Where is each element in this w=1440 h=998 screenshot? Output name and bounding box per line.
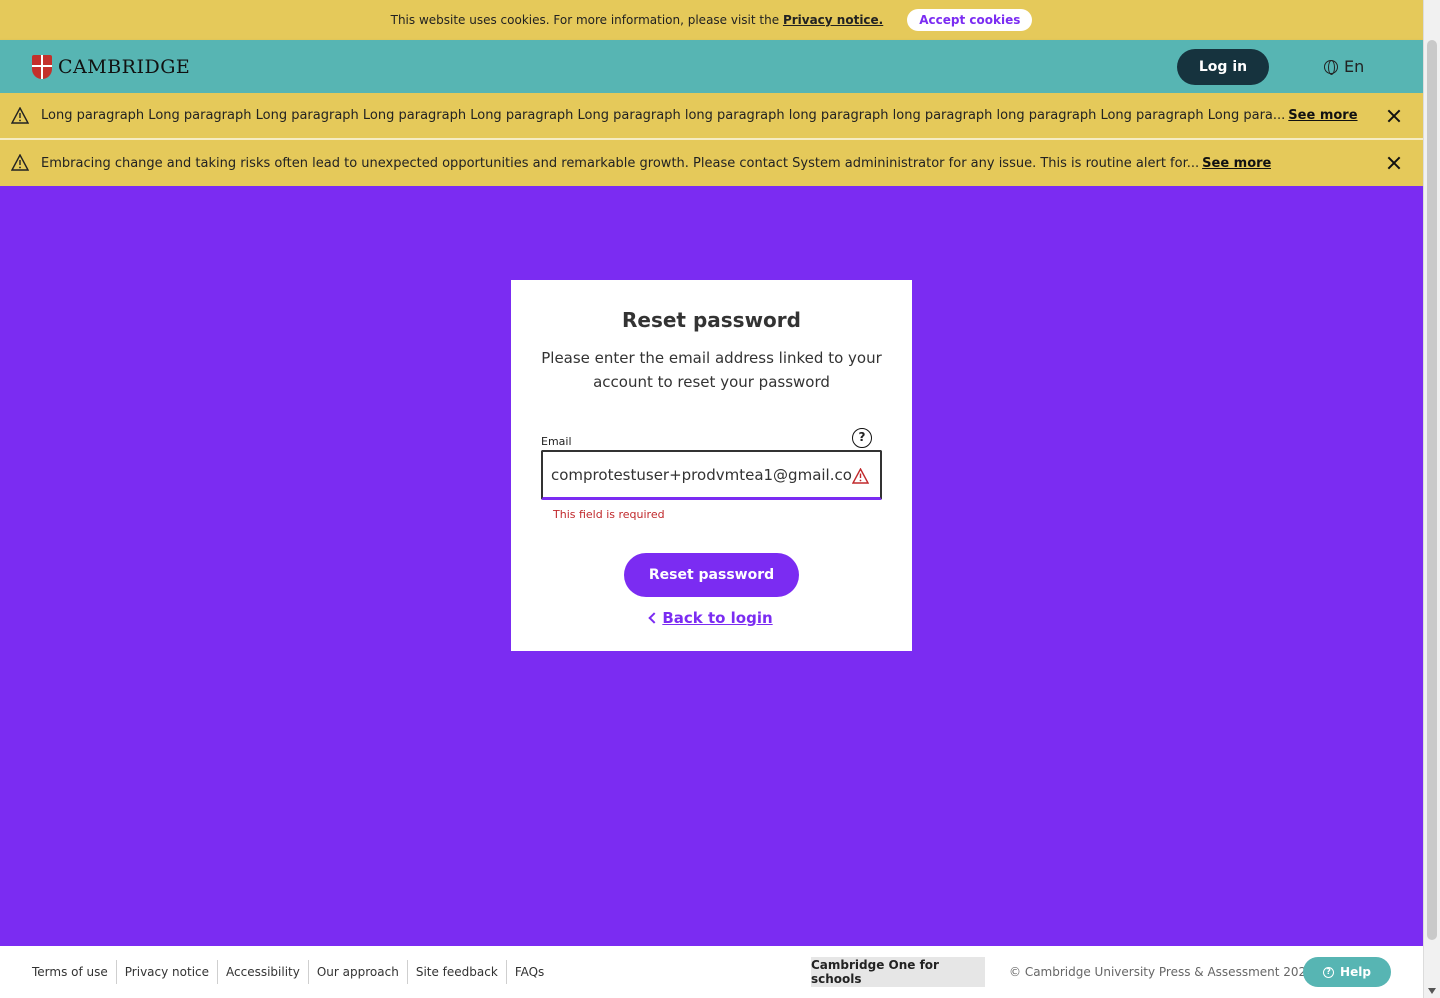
login-button[interactable]: Log in — [1177, 49, 1269, 85]
footer-link-terms[interactable]: Terms of use — [32, 960, 116, 984]
alert-banner: Embracing change and taking risks often … — [0, 138, 1423, 186]
cambridge-logo[interactable]: CAMBRIDGE — [32, 54, 191, 79]
scrollbar-thumb[interactable] — [1427, 40, 1437, 940]
footer-link-faqs[interactable]: FAQs — [505, 960, 553, 984]
brand-name: CAMBRIDGE — [58, 55, 191, 78]
language-selector[interactable]: En — [1324, 57, 1364, 76]
footer-nav: Terms of use Privacy notice Accessibilit… — [0, 960, 552, 984]
alert-text: Long paragraph Long paragraph Long parag… — [41, 108, 1358, 123]
copyright: © Cambridge University Press & Assessmen… — [1009, 965, 1314, 979]
see-more-link[interactable]: See more — [1202, 156, 1271, 171]
scroll-down-arrow-icon[interactable] — [1428, 988, 1436, 994]
email-label: Email — [541, 435, 572, 448]
language-label: En — [1344, 57, 1365, 76]
chevron-left-icon — [648, 612, 660, 624]
brand-badge: Cambridge One for schools — [811, 957, 985, 987]
site-header: CAMBRIDGE Log in En — [0, 40, 1423, 93]
help-label: Help — [1340, 965, 1371, 979]
warning-icon — [11, 106, 29, 124]
page-scrollbar[interactable] — [1423, 0, 1440, 998]
reset-password-card: Reset password Please enter the email ad… — [511, 280, 912, 651]
email-label-row: Email ? — [541, 428, 882, 450]
cookie-message: This website uses cookies. For more info… — [390, 13, 884, 27]
reset-password-button[interactable]: Reset password — [624, 553, 799, 597]
help-button[interactable]: ? Help — [1303, 957, 1391, 987]
email-input-wrapper — [541, 450, 882, 500]
crest-icon — [32, 54, 52, 79]
cookie-privacy-link[interactable]: Privacy notice. — [783, 13, 883, 27]
form-description: Please enter the email address linked to… — [541, 349, 882, 391]
main-content: Reset password Please enter the email ad… — [0, 186, 1423, 946]
site-footer: Terms of use Privacy notice Accessibilit… — [0, 946, 1423, 998]
help-icon[interactable]: ? — [852, 428, 872, 448]
footer-link-privacy[interactable]: Privacy notice — [115, 960, 217, 984]
back-to-login-link[interactable]: Back to login — [648, 609, 773, 627]
page: This website uses cookies. For more info… — [0, 0, 1423, 998]
error-warning-icon — [852, 468, 869, 484]
email-error: This field is required — [553, 508, 665, 521]
question-icon: ? — [1323, 966, 1335, 978]
close-icon[interactable] — [1386, 155, 1402, 171]
cookie-banner: This website uses cookies. For more info… — [0, 0, 1423, 40]
close-icon[interactable] — [1386, 108, 1402, 124]
alert-text: Embracing change and taking risks often … — [41, 155, 1272, 171]
footer-link-feedback[interactable]: Site feedback — [406, 960, 506, 984]
footer-link-accessibility[interactable]: Accessibility — [217, 960, 308, 984]
back-to-login-label: Back to login — [662, 609, 773, 627]
accept-cookies-button[interactable]: Accept cookies — [907, 9, 1033, 31]
page-title: Reset password — [622, 308, 801, 332]
warning-icon — [11, 154, 29, 171]
globe-icon — [1324, 59, 1338, 75]
see-more-link[interactable]: See more — [1288, 108, 1357, 123]
footer-link-approach[interactable]: Our approach — [307, 960, 407, 984]
email-field[interactable] — [541, 450, 882, 500]
alert-banner: Long paragraph Long paragraph Long parag… — [0, 93, 1423, 138]
